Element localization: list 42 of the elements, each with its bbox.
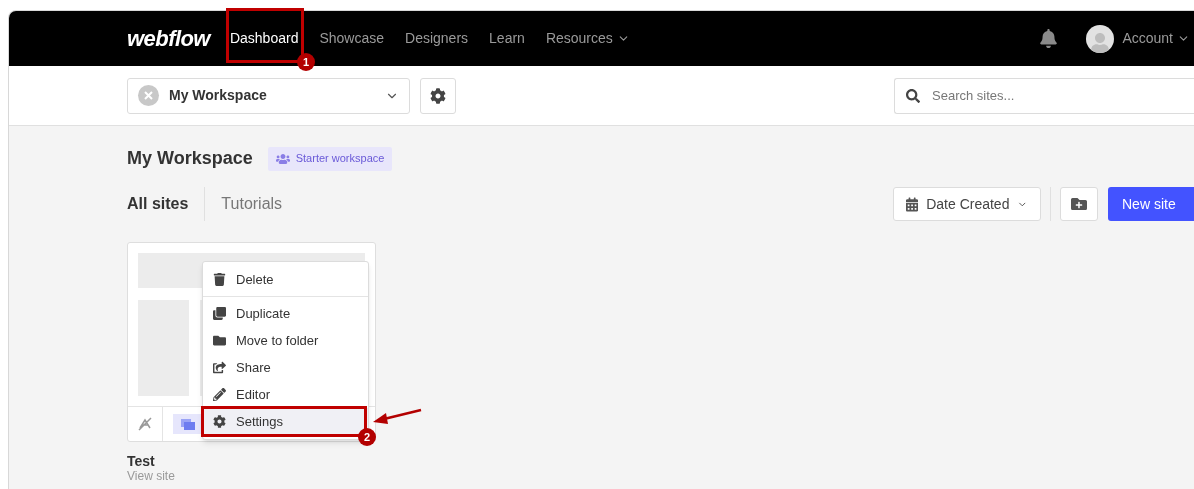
trash-icon bbox=[213, 273, 226, 286]
workspace-title: My Workspace bbox=[127, 147, 253, 170]
new-site-button[interactable]: New site bbox=[1108, 187, 1194, 221]
workspace-icon bbox=[138, 85, 159, 106]
logo[interactable]: webflow bbox=[127, 22, 210, 55]
tab[interactable]: Tutorials bbox=[221, 192, 283, 216]
nav-link[interactable]: Resources bbox=[545, 28, 630, 49]
pencil-icon bbox=[213, 388, 226, 401]
folder-chip[interactable] bbox=[173, 414, 203, 434]
bell-icon[interactable] bbox=[1039, 29, 1059, 48]
menu-item[interactable]: Share bbox=[203, 354, 368, 381]
person-icon bbox=[1090, 32, 1111, 53]
pages-icon bbox=[181, 418, 195, 430]
menu-item[interactable]: Delete bbox=[203, 266, 368, 293]
menu-item[interactable]: Editor bbox=[203, 381, 368, 408]
search-icon bbox=[906, 88, 920, 103]
new-folder-button[interactable] bbox=[1060, 187, 1098, 221]
workspace-dropdown[interactable]: My Workspace bbox=[127, 77, 410, 114]
nav-link[interactable]: Designers bbox=[405, 28, 469, 49]
avatar[interactable] bbox=[1086, 24, 1115, 53]
calendar-icon bbox=[906, 196, 919, 212]
people-icon bbox=[275, 151, 290, 166]
settings-button[interactable] bbox=[420, 77, 456, 114]
pointer-arrow bbox=[372, 408, 422, 426]
plan-badge: Starter workspace bbox=[267, 146, 393, 171]
unpublished-icon bbox=[137, 417, 153, 431]
menu-item[interactable]: Duplicate bbox=[203, 300, 368, 327]
account-menu[interactable]: Account bbox=[1122, 28, 1190, 49]
settings-icon bbox=[430, 87, 446, 104]
search-field[interactable]: Search sites... bbox=[894, 77, 1194, 114]
folder-plus-icon bbox=[1071, 196, 1087, 212]
share-icon bbox=[213, 361, 226, 374]
nav-link[interactable]: Dashboard bbox=[229, 28, 299, 49]
nav-link[interactable]: Learn bbox=[489, 28, 525, 49]
tab[interactable]: All sites bbox=[127, 192, 189, 216]
site-name[interactable]: Test bbox=[127, 453, 1194, 469]
nav-link[interactable]: Showcase bbox=[319, 28, 385, 49]
folder-icon bbox=[213, 334, 226, 347]
sort-dropdown[interactable]: Date Created bbox=[893, 187, 1041, 221]
copy-icon bbox=[213, 307, 226, 320]
menu-item[interactable]: Move to folder bbox=[203, 327, 368, 354]
settings-icon bbox=[213, 415, 226, 428]
